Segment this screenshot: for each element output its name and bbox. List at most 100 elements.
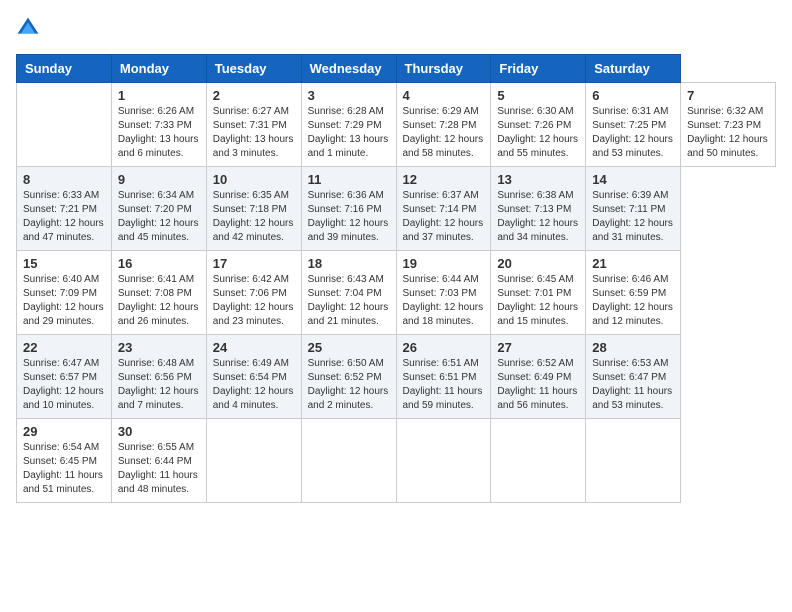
day-number: 9 xyxy=(118,172,200,187)
cell-info: Sunrise: 6:48 AM Sunset: 6:56 PM Dayligh… xyxy=(118,357,200,413)
calendar-cell: 28 Sunrise: 6:53 AM Sunset: 6:47 PM Dayli… xyxy=(586,335,681,419)
day-number: 24 xyxy=(213,340,295,355)
calendar-cell xyxy=(586,419,681,503)
calendar-week-row: 1 Sunrise: 6:26 AM Sunset: 7:33 PM Daylig… xyxy=(17,83,776,167)
day-of-week-header: Wednesday xyxy=(301,55,396,83)
calendar-cell: 3 Sunrise: 6:28 AM Sunset: 7:29 PM Daylig… xyxy=(301,83,396,167)
day-number: 26 xyxy=(403,340,485,355)
calendar-cell: 27 Sunrise: 6:52 AM Sunset: 6:49 PM Dayli… xyxy=(491,335,586,419)
cell-info: Sunrise: 6:28 AM Sunset: 7:29 PM Dayligh… xyxy=(308,105,390,161)
cell-info: Sunrise: 6:45 AM Sunset: 7:01 PM Dayligh… xyxy=(497,273,579,329)
cell-info: Sunrise: 6:41 AM Sunset: 7:08 PM Dayligh… xyxy=(118,273,200,329)
calendar-cell: 29 Sunrise: 6:54 AM Sunset: 6:45 PM Dayli… xyxy=(17,419,112,503)
calendar-cell: 30Sunrise: 6:55 AM Sunset: 6:44 PM Dayli… xyxy=(111,419,206,503)
calendar-cell: 15Sunrise: 6:40 AM Sunset: 7:09 PM Dayli… xyxy=(17,251,112,335)
day-of-week-header: Monday xyxy=(111,55,206,83)
cell-info: Sunrise: 6:47 AM Sunset: 6:57 PM Dayligh… xyxy=(23,357,105,413)
day-number: 2 xyxy=(213,88,295,103)
calendar-cell: 23 Sunrise: 6:48 AM Sunset: 6:56 PM Dayli… xyxy=(111,335,206,419)
calendar-cell: 26 Sunrise: 6:51 AM Sunset: 6:51 PM Dayli… xyxy=(396,335,491,419)
calendar-cell: 17Sunrise: 6:42 AM Sunset: 7:06 PM Dayli… xyxy=(206,251,301,335)
cell-info: Sunrise: 6:50 AM Sunset: 6:52 PM Dayligh… xyxy=(308,357,390,413)
calendar-cell xyxy=(17,83,112,167)
cell-info: Sunrise: 6:49 AM Sunset: 6:54 PM Dayligh… xyxy=(213,357,295,413)
day-number: 21 xyxy=(592,256,674,271)
cell-info: Sunrise: 6:43 AM Sunset: 7:04 PM Dayligh… xyxy=(308,273,390,329)
calendar-cell: 4 Sunrise: 6:29 AM Sunset: 7:28 PM Daylig… xyxy=(396,83,491,167)
calendar-cell: 8Sunrise: 6:33 AM Sunset: 7:21 PM Daylig… xyxy=(17,167,112,251)
cell-info: Sunrise: 6:29 AM Sunset: 7:28 PM Dayligh… xyxy=(403,105,485,161)
logo-icon xyxy=(16,16,40,40)
calendar-cell: 5 Sunrise: 6:30 AM Sunset: 7:26 PM Daylig… xyxy=(491,83,586,167)
day-of-week-header: Sunday xyxy=(17,55,112,83)
day-number: 17 xyxy=(213,256,295,271)
header xyxy=(16,16,776,40)
day-number: 11 xyxy=(308,172,390,187)
day-number: 12 xyxy=(403,172,485,187)
cell-info: Sunrise: 6:55 AM Sunset: 6:44 PM Dayligh… xyxy=(118,441,200,497)
calendar-cell: 22 Sunrise: 6:47 AM Sunset: 6:57 PM Dayli… xyxy=(17,335,112,419)
cell-info: Sunrise: 6:36 AM Sunset: 7:16 PM Dayligh… xyxy=(308,189,390,245)
day-number: 1 xyxy=(118,88,200,103)
calendar-cell: 25 Sunrise: 6:50 AM Sunset: 6:52 PM Dayli… xyxy=(301,335,396,419)
calendar-week-row: 8Sunrise: 6:33 AM Sunset: 7:21 PM Daylig… xyxy=(17,167,776,251)
day-of-week-header: Tuesday xyxy=(206,55,301,83)
cell-info: Sunrise: 6:30 AM Sunset: 7:26 PM Dayligh… xyxy=(497,105,579,161)
day-number: 14 xyxy=(592,172,674,187)
calendar-cell: 20 Sunrise: 6:45 AM Sunset: 7:01 PM Dayli… xyxy=(491,251,586,335)
day-number: 22 xyxy=(23,340,105,355)
calendar-cell xyxy=(491,419,586,503)
calendar-cell: 18 Sunrise: 6:43 AM Sunset: 7:04 PM Dayli… xyxy=(301,251,396,335)
cell-info: Sunrise: 6:54 AM Sunset: 6:45 PM Dayligh… xyxy=(23,441,105,497)
day-number: 27 xyxy=(497,340,579,355)
logo xyxy=(16,16,44,40)
day-number: 18 xyxy=(308,256,390,271)
cell-info: Sunrise: 6:35 AM Sunset: 7:18 PM Dayligh… xyxy=(213,189,295,245)
day-of-week-header: Thursday xyxy=(396,55,491,83)
calendar-cell xyxy=(206,419,301,503)
calendar-cell: 24 Sunrise: 6:49 AM Sunset: 6:54 PM Dayli… xyxy=(206,335,301,419)
calendar-cell: 19 Sunrise: 6:44 AM Sunset: 7:03 PM Dayli… xyxy=(396,251,491,335)
cell-info: Sunrise: 6:37 AM Sunset: 7:14 PM Dayligh… xyxy=(403,189,485,245)
day-number: 20 xyxy=(497,256,579,271)
calendar-cell: 11 Sunrise: 6:36 AM Sunset: 7:16 PM Dayli… xyxy=(301,167,396,251)
day-number: 25 xyxy=(308,340,390,355)
day-of-week-header: Saturday xyxy=(586,55,681,83)
cell-info: Sunrise: 6:39 AM Sunset: 7:11 PM Dayligh… xyxy=(592,189,674,245)
calendar-week-row: 29 Sunrise: 6:54 AM Sunset: 6:45 PM Dayli… xyxy=(17,419,776,503)
day-number: 29 xyxy=(23,424,105,439)
day-number: 4 xyxy=(403,88,485,103)
calendar-cell: 13Sunrise: 6:38 AM Sunset: 7:13 PM Dayli… xyxy=(491,167,586,251)
calendar-week-row: 22 Sunrise: 6:47 AM Sunset: 6:57 PM Dayli… xyxy=(17,335,776,419)
calendar-cell: 7 Sunrise: 6:32 AM Sunset: 7:23 PM Daylig… xyxy=(681,83,776,167)
day-of-week-header: Friday xyxy=(491,55,586,83)
calendar-cell: 12 Sunrise: 6:37 AM Sunset: 7:14 PM Dayli… xyxy=(396,167,491,251)
calendar-header-row: SundayMondayTuesdayWednesdayThursdayFrid… xyxy=(17,55,776,83)
day-number: 10 xyxy=(213,172,295,187)
cell-info: Sunrise: 6:53 AM Sunset: 6:47 PM Dayligh… xyxy=(592,357,674,413)
cell-info: Sunrise: 6:44 AM Sunset: 7:03 PM Dayligh… xyxy=(403,273,485,329)
cell-info: Sunrise: 6:51 AM Sunset: 6:51 PM Dayligh… xyxy=(403,357,485,413)
day-number: 7 xyxy=(687,88,769,103)
calendar-cell xyxy=(301,419,396,503)
calendar-cell: 10 Sunrise: 6:35 AM Sunset: 7:18 PM Dayli… xyxy=(206,167,301,251)
calendar-cell: 9 Sunrise: 6:34 AM Sunset: 7:20 PM Daylig… xyxy=(111,167,206,251)
day-number: 23 xyxy=(118,340,200,355)
day-number: 5 xyxy=(497,88,579,103)
cell-info: Sunrise: 6:52 AM Sunset: 6:49 PM Dayligh… xyxy=(497,357,579,413)
day-number: 15 xyxy=(23,256,105,271)
day-number: 19 xyxy=(403,256,485,271)
cell-info: Sunrise: 6:26 AM Sunset: 7:33 PM Dayligh… xyxy=(118,105,200,161)
calendar-week-row: 15Sunrise: 6:40 AM Sunset: 7:09 PM Dayli… xyxy=(17,251,776,335)
cell-info: Sunrise: 6:33 AM Sunset: 7:21 PM Dayligh… xyxy=(23,189,105,245)
calendar-cell: 16Sunrise: 6:41 AM Sunset: 7:08 PM Dayli… xyxy=(111,251,206,335)
cell-info: Sunrise: 6:34 AM Sunset: 7:20 PM Dayligh… xyxy=(118,189,200,245)
calendar-cell xyxy=(396,419,491,503)
calendar-cell: 21 Sunrise: 6:46 AM Sunset: 6:59 PM Dayli… xyxy=(586,251,681,335)
cell-info: Sunrise: 6:32 AM Sunset: 7:23 PM Dayligh… xyxy=(687,105,769,161)
calendar-cell: 2Sunrise: 6:27 AM Sunset: 7:31 PM Daylig… xyxy=(206,83,301,167)
day-number: 6 xyxy=(592,88,674,103)
day-number: 3 xyxy=(308,88,390,103)
day-number: 28 xyxy=(592,340,674,355)
cell-info: Sunrise: 6:46 AM Sunset: 6:59 PM Dayligh… xyxy=(592,273,674,329)
